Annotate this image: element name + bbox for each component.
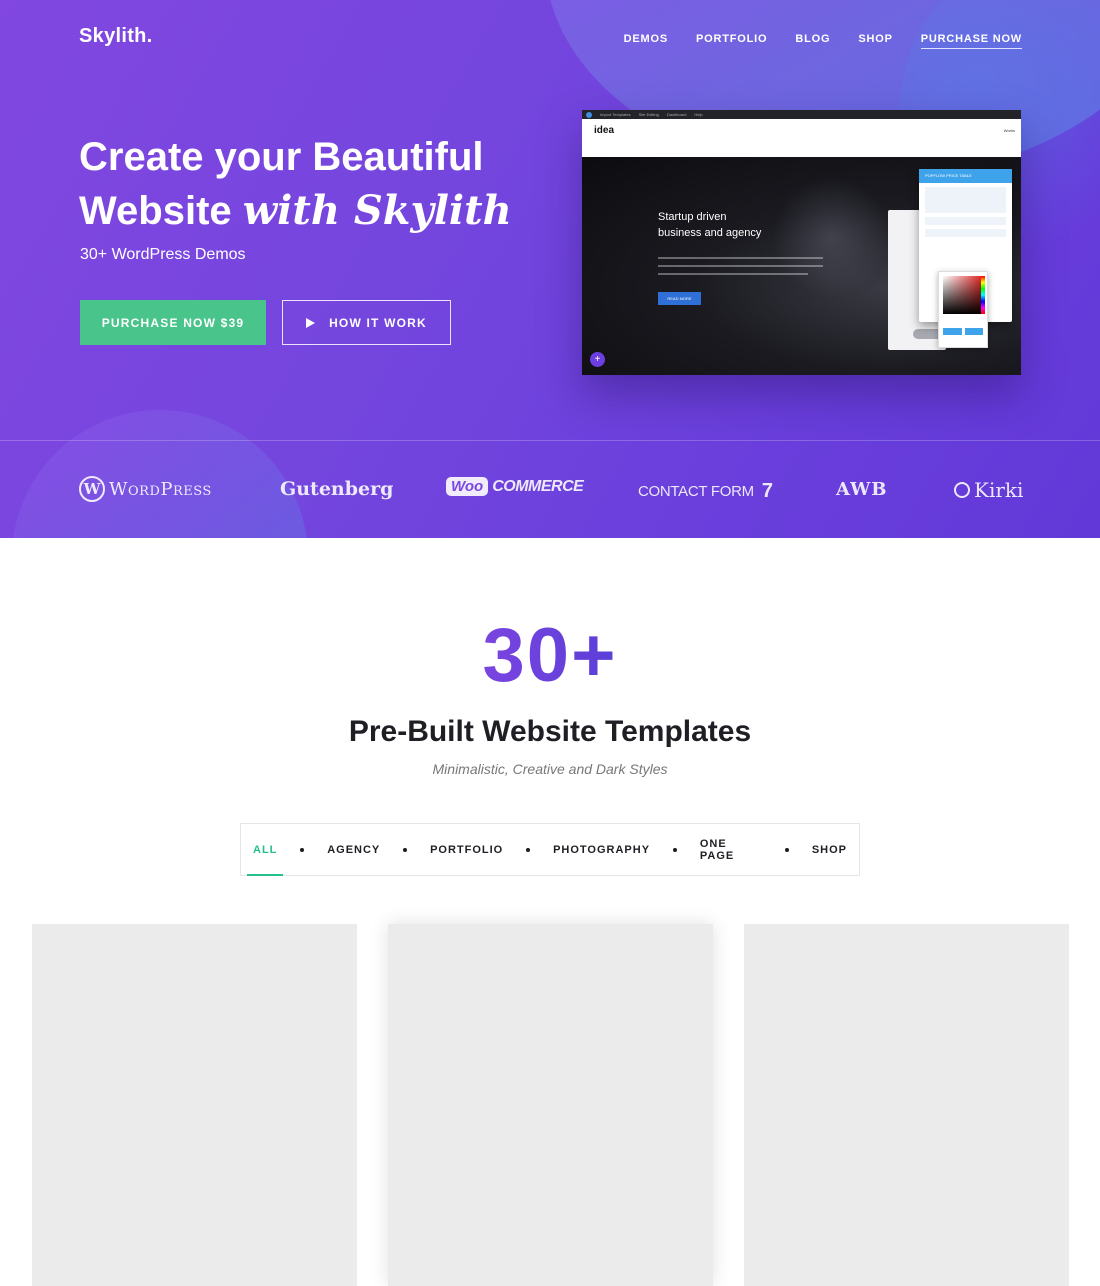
nav-item-shop[interactable]: SHOP xyxy=(858,33,892,49)
hero-title: Create your Beautiful Website with Skyli… xyxy=(79,130,549,238)
awb-logo: AWB xyxy=(836,479,888,500)
templates-count: 30+ xyxy=(0,612,1100,699)
template-card[interactable] xyxy=(32,924,357,1286)
preview-text-line xyxy=(658,257,823,259)
kirki-logo: Kirki xyxy=(954,478,1023,502)
filter-portfolio[interactable]: PORTFOLIO xyxy=(418,823,515,876)
woo-wordmark: Woo xyxy=(446,477,489,496)
preview-logo: idea xyxy=(594,125,615,136)
woocommerce-logo: Woo COMMERCE xyxy=(446,477,584,496)
site-logo[interactable]: Skylith. xyxy=(79,25,153,48)
how-it-work-button[interactable]: HOW IT WORK xyxy=(282,300,451,345)
main-menu: DEMOS PORTFOLIO BLOG SHOP PURCHASE NOW xyxy=(596,33,1022,49)
picker-buttons xyxy=(943,328,983,335)
filter-separator xyxy=(526,847,531,852)
filter-agency[interactable]: AGENCY xyxy=(315,823,392,876)
preview-color-picker xyxy=(938,271,988,348)
commerce-wordmark: COMMERCE xyxy=(492,477,584,495)
hero-title-line1: Create your Beautiful xyxy=(79,135,484,179)
preview-admin-item: Help xyxy=(694,112,703,117)
template-filter-bar: ALL AGENCY PORTFOLIO PHOTOGRAPHY ONE PAG… xyxy=(240,823,860,876)
preview-headline-line2: business and agency xyxy=(658,227,762,239)
hero-subtitle: 30+ WordPress Demos xyxy=(80,246,246,263)
hero-title-line2: Website xyxy=(79,189,243,233)
kirki-wordmark: Kirki xyxy=(974,478,1024,502)
preview-text-line xyxy=(658,265,823,267)
preview-read-more-button: READ MORE xyxy=(658,292,701,305)
preview-admin-item: Site Editing xyxy=(638,112,659,117)
preview-panel-title: POPFLOW PRICE TABLE xyxy=(919,169,1012,183)
filter-photography[interactable]: PHOTOGRAPHY xyxy=(541,823,662,876)
preview-admin-item: Import Templates xyxy=(600,112,631,117)
theme-preview-screenshot: Import Templates Site Editing Dashboard … xyxy=(582,110,1021,375)
contact-form-number: 7 xyxy=(761,480,773,502)
plus-icon: + xyxy=(590,352,605,367)
top-navigation: Skylith. DEMOS PORTFOLIO BLOG SHOP PURCH… xyxy=(0,0,1100,80)
nav-item-demos[interactable]: DEMOS xyxy=(624,33,668,49)
kirki-icon xyxy=(954,482,970,498)
contact-form-7-logo: CONTACT FORM 7 xyxy=(638,480,773,503)
filter-separator xyxy=(300,847,305,852)
templates-subtitle: Minimalistic, Creative and Dark Styles xyxy=(432,761,668,777)
nav-item-purchase-now[interactable]: PURCHASE NOW xyxy=(920,33,1022,49)
filter-separator xyxy=(673,847,677,852)
wordpress-icon: W xyxy=(79,476,105,502)
filter-shop[interactable]: SHOP xyxy=(800,823,859,876)
purchase-now-button[interactable]: PURCHASE NOW $39 xyxy=(80,300,266,345)
preview-menu: Works xyxy=(1003,128,1015,133)
templates-title: Pre-Built Website Templates xyxy=(348,715,752,748)
preview-hero: Startup driven business and agency READ … xyxy=(582,157,1021,375)
preview-panel-row xyxy=(925,187,1006,213)
preview-background-glow xyxy=(772,177,892,297)
filter-separator xyxy=(403,847,408,852)
nav-item-portfolio[interactable]: PORTFOLIO xyxy=(696,33,767,49)
template-card[interactable] xyxy=(388,924,713,1286)
templates-count-value: 30+ xyxy=(482,613,618,698)
template-card[interactable] xyxy=(744,924,1069,1286)
hero-title-script: with Skylith xyxy=(242,187,512,234)
nav-item-blog[interactable]: BLOG xyxy=(795,33,830,49)
wordpress-wordmark: WordPress xyxy=(109,478,212,500)
preview-text-line xyxy=(658,273,808,275)
preview-admin-bar: Import Templates Site Editing Dashboard … xyxy=(582,110,1021,119)
how-it-work-label: HOW IT WORK xyxy=(329,315,427,330)
gutenberg-logo: Gutenberg xyxy=(280,478,394,500)
wordpress-icon xyxy=(586,111,592,118)
color-gradient xyxy=(943,276,983,314)
preview-admin-item: Dashboard xyxy=(666,112,687,117)
preview-panel-row xyxy=(925,229,1006,237)
contact-form-wordmark: CONTACT FORM xyxy=(638,483,754,500)
preview-headline-line1: Startup driven xyxy=(658,211,727,223)
filter-all[interactable]: ALL xyxy=(241,823,289,876)
hero-section: Skylith. DEMOS PORTFOLIO BLOG SHOP PURCH… xyxy=(0,0,1100,538)
filter-separator xyxy=(785,847,789,852)
preview-panel-row xyxy=(925,217,1006,225)
preview-headline: Startup driven business and agency xyxy=(658,209,761,241)
wordpress-logo: W WordPress xyxy=(79,476,212,502)
hue-slider xyxy=(981,276,985,314)
filter-one-page[interactable]: ONE PAGE xyxy=(688,823,774,876)
preview-header: idea Works xyxy=(582,119,1021,157)
play-icon xyxy=(306,317,316,328)
